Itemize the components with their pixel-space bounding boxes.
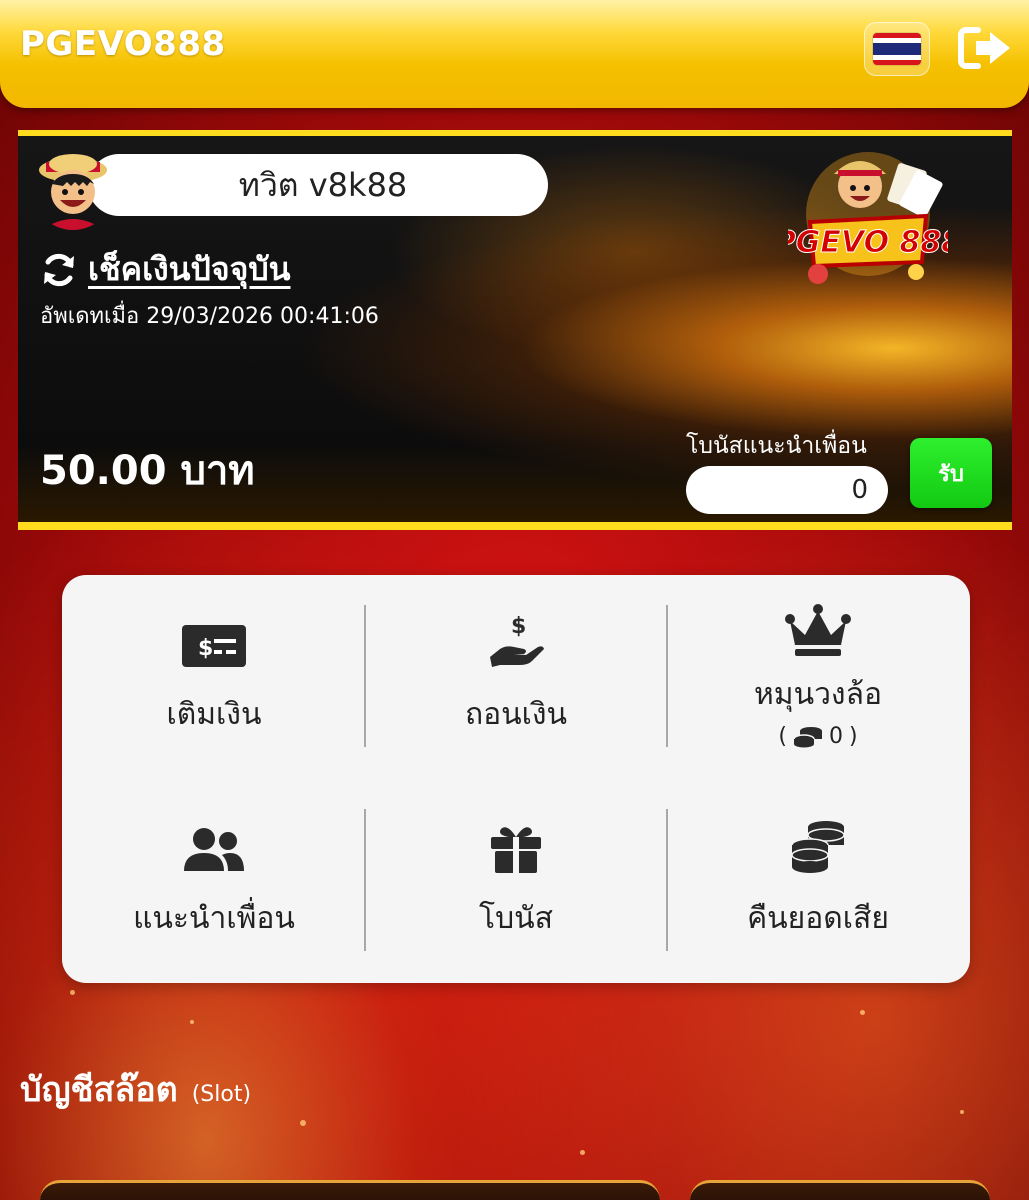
spin-wheel-button[interactable]: หมุนวงล้อ ( 0 ) [668,597,968,767]
refer-friend-label: แนะนำเพื่อน [133,901,295,936]
gift-icon [491,827,541,873]
slot-card-preview[interactable] [690,1180,990,1200]
money-bill-icon: $ [182,625,246,667]
refresh-icon [44,253,74,286]
withdraw-button[interactable]: $ ถอนเงิน [366,609,666,779]
balance-amount: 50.00 บาท [40,448,255,494]
sign-out-icon [958,27,1010,69]
users-icon [184,828,244,871]
refer-friend-button[interactable]: แนะนำเพื่อน [64,813,364,983]
refresh-balance-button[interactable]: เช็คเงินปัจจุบัน [40,244,291,295]
hand-dollar-icon: $ [490,614,544,667]
spin-wheel-label: หมุนวงล้อ [754,677,882,712]
coins-icon [793,726,822,747]
referral-bonus-field: 0 [686,466,888,514]
slot-section-title: บัญชีสล๊อต [20,1070,178,1110]
brand-title: PGEVO888 [20,24,226,64]
referral-bonus-value: 0 [851,475,868,505]
top-bar: PGEVO888 [0,0,1029,108]
withdraw-label: ถอนเงิน [464,697,568,732]
logout-button[interactable] [958,26,1014,70]
ember-decoration [580,1150,585,1155]
language-button[interactable] [864,22,930,76]
cashback-label: คืนยอดเสีย [747,901,889,936]
bonus-button[interactable]: โบนัส [366,813,666,983]
ember-decoration [960,1110,964,1114]
username-pill: ทวิต v8k88 [88,154,548,216]
deposit-label: เติมเงิน [166,697,262,732]
crown-icon [785,604,851,656]
wheel-coin-value: 0 [829,724,843,749]
ember-decoration [70,990,75,995]
ember-decoration [860,1010,865,1015]
coins-stack-icon [791,821,845,873]
menu-panel: $ เติมเงิน $ ถอนเงิน หมุนวงล้อ (0) แนะ… [62,575,970,983]
svg-text:$: $ [511,614,526,639]
ember-decoration [190,1020,194,1024]
ember-decoration [300,1120,306,1126]
thailand-flag-icon [873,33,921,65]
logo-text: PGEVO 888 [788,225,948,260]
deposit-button[interactable]: $ เติมเงิน [64,609,364,779]
updated-timestamp: อัพเดทเมื่อ 29/03/2026 00:41:06 [40,304,379,329]
cashback-button[interactable]: คืนยอดเสีย [668,813,968,983]
bonus-label: โบนัส [479,901,553,936]
username-text: ทวิต v8k88 [238,165,408,204]
pgevo888-logo: PGEVO 888 [788,152,948,284]
slot-section-subtitle: (Slot) [191,1082,252,1107]
referral-bonus-label: โบนัสแนะนำเพื่อน [686,433,867,459]
wheel-coin-open: ( [778,724,787,749]
refresh-balance-label: เช็คเงินปัจจุบัน [88,250,291,288]
wheel-coin-close: ) [849,724,858,749]
avatar [39,154,107,230]
wheel-coin-count: ( 0 ) [778,724,857,749]
slot-card-preview[interactable] [40,1180,660,1200]
claim-bonus-label: รับ [938,461,964,487]
slot-section-heading: บัญชีสล๊อต (Slot) [20,1062,251,1116]
claim-bonus-button[interactable]: รับ [910,438,992,508]
svg-text:$: $ [198,636,213,661]
balance-card: ทวิต v8k88 เช็คเงินปัจจุบัน อัพเดทเมื่อ … [18,130,1012,530]
